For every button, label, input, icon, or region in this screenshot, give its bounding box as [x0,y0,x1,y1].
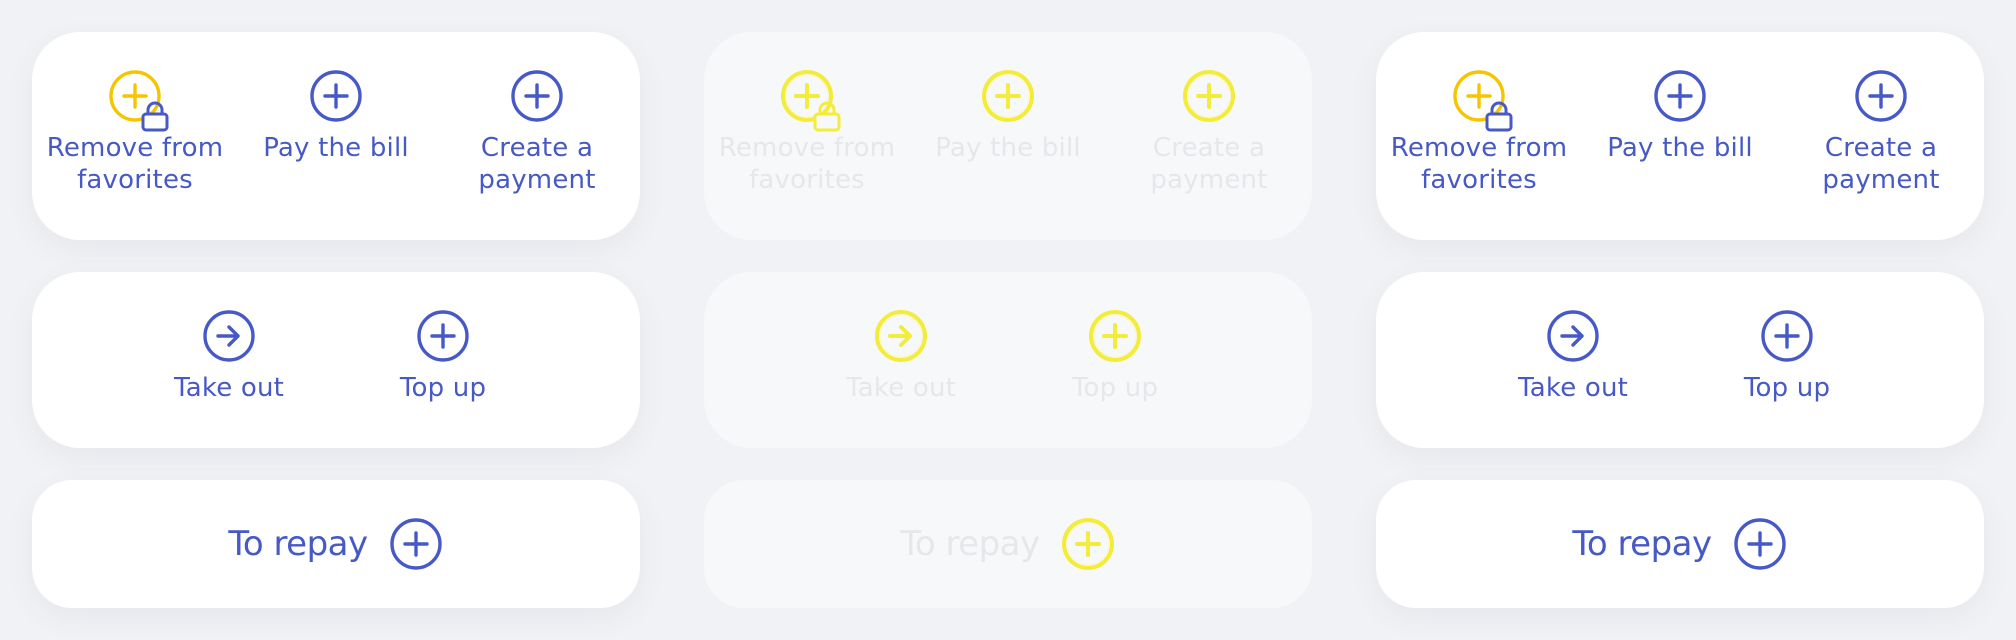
transfer-card: Take out Top up [1376,272,1984,448]
action-label: Pay the bill [1607,133,1753,163]
panel-default-2: Remove from favorites Pay the bill Creat… [1344,0,2016,640]
plus-circle-icon [1654,70,1706,122]
top-up-label: Top up [1071,373,1159,403]
action-label: Create a payment [1822,133,1940,195]
quick-actions-card: Remove from favorites Pay the bill Creat… [32,32,640,240]
action-label: Create a payment [1150,133,1268,195]
to-repay-button[interactable]: To repay [32,480,640,608]
pay-the-bill-button[interactable]: Pay the bill [913,68,1103,164]
transfer-card: Take out Top up [32,272,640,448]
to-repay-label: To repay [900,524,1040,564]
arrow-right-circle-icon [1547,310,1599,362]
take-out-label: Take out [173,373,285,403]
lock-icon [1483,100,1515,132]
remove-from-favorites-button[interactable]: Remove from favorites [712,68,902,196]
create-a-payment-button[interactable]: Create a payment [1114,68,1304,196]
top-up-label: Top up [399,373,487,403]
plus-circle-icon [1855,70,1907,122]
action-label: Remove from favorites [46,133,224,195]
action-label: Remove from favorites [1390,133,1568,195]
action-label: Remove from favorites [718,133,896,195]
top-up-button[interactable]: Top up [1692,308,1882,404]
pay-the-bill-button[interactable]: Pay the bill [1585,68,1775,164]
lock-icon [811,100,843,132]
plus-circle-icon [1761,310,1813,362]
repay-card: To repay [1376,480,1984,608]
arrow-right-circle-icon [875,310,927,362]
panel-disabled: Remove from favorites Pay the bill Creat… [672,0,1344,640]
arrow-right-circle-icon [203,310,255,362]
transfer-card: Take out Top up [704,272,1312,448]
take-out-button[interactable]: Take out [134,308,324,404]
plus-circle-icon [1733,518,1786,570]
plus-circle-icon [389,518,442,570]
take-out-label: Take out [845,373,957,403]
plus-circle-icon [982,70,1034,122]
action-label: Pay the bill [263,133,409,163]
lock-icon [139,100,171,132]
to-repay-button[interactable]: To repay [1376,480,1984,608]
plus-circle-icon [1089,310,1141,362]
remove-from-favorites-button[interactable]: Remove from favorites [40,68,230,196]
remove-from-favorites-button[interactable]: Remove from favorites [1384,68,1574,196]
to-repay-label: To repay [1572,524,1712,564]
plus-circle-icon [417,310,469,362]
top-up-button[interactable]: Top up [1020,308,1210,404]
plus-circle-icon [1183,70,1235,122]
action-label: Pay the bill [935,133,1081,163]
panel-default-1: Remove from favorites Pay the bill Creat… [0,0,672,640]
take-out-button[interactable]: Take out [1478,308,1668,404]
to-repay-button[interactable]: To repay [704,480,1312,608]
create-a-payment-button[interactable]: Create a payment [442,68,632,196]
plus-circle-icon [1061,518,1114,570]
pay-the-bill-button[interactable]: Pay the bill [241,68,431,164]
plus-circle-icon [511,70,563,122]
to-repay-label: To repay [228,524,368,564]
create-a-payment-button[interactable]: Create a payment [1786,68,1976,196]
top-up-button[interactable]: Top up [348,308,538,404]
quick-actions-card: Remove from favorites Pay the bill Creat… [704,32,1312,240]
take-out-label: Take out [1517,373,1629,403]
top-up-label: Top up [1743,373,1831,403]
plus-circle-icon [310,70,362,122]
repay-card: To repay [704,480,1312,608]
quick-actions-card: Remove from favorites Pay the bill Creat… [1376,32,1984,240]
repay-card: To repay [32,480,640,608]
action-label: Create a payment [478,133,596,195]
take-out-button[interactable]: Take out [806,308,996,404]
